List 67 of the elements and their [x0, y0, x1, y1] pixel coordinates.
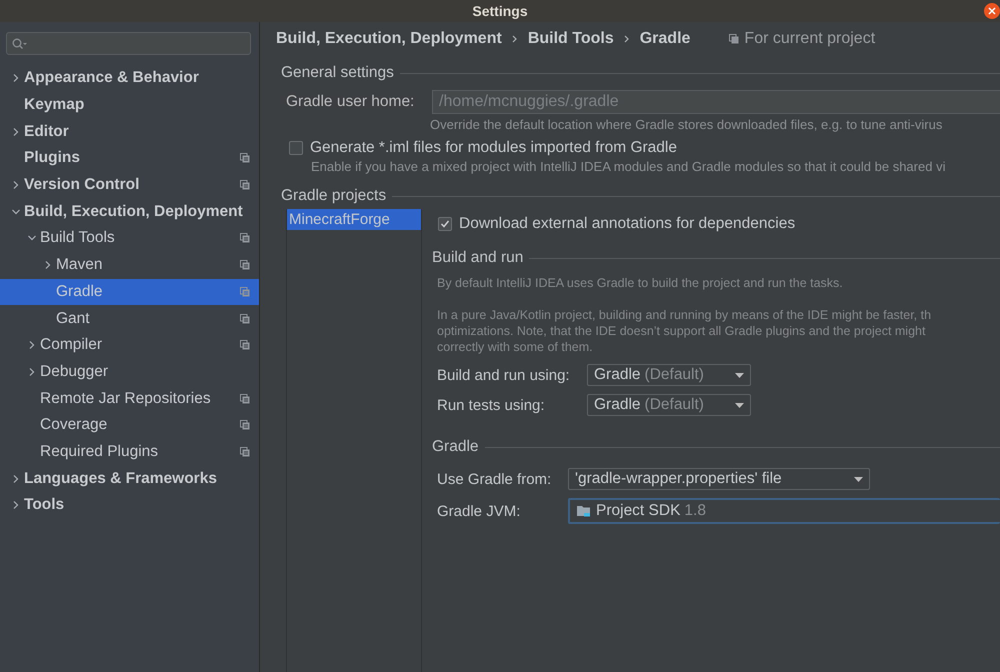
- chevron-right-icon[interactable]: [11, 500, 21, 510]
- chevron-right-icon[interactable]: [43, 260, 53, 270]
- dropdown[interactable]: Project SDK 1.8: [568, 498, 1000, 524]
- breadcrumb-item: Build Tools: [528, 30, 614, 48]
- folder-icon: [576, 504, 592, 518]
- tree-item[interactable]: Maven: [0, 252, 259, 278]
- tree-item[interactable]: Coverage: [0, 412, 259, 439]
- dropdown[interactable]: 'gradle-wrapper.properties' file: [568, 468, 870, 490]
- field-label: Run tests using:: [437, 396, 546, 414]
- chevron-right-icon[interactable]: [11, 474, 21, 484]
- chevron-right-icon[interactable]: [27, 366, 37, 377]
- field-label: Build and run using:: [437, 366, 571, 384]
- search-icon: [12, 38, 28, 50]
- hint-text: Enable if you have a mixed project with IntelliJ IDEA modules and Gradle modules so that it could be shared vi: [311, 159, 946, 174]
- tree-item[interactable]: Keymap: [0, 92, 259, 118]
- caret-icon: [735, 403, 744, 408]
- project-item[interactable]: MinecraftForge: [287, 209, 421, 230]
- tree-item[interactable]: Languages & Frameworks: [0, 465, 259, 492]
- description-text: correctly with some of them.: [437, 339, 594, 355]
- section-title: General settings: [281, 64, 394, 82]
- tree-item[interactable]: Version Control: [0, 172, 259, 198]
- breadcrumb-item: Build, Execution, Deployment: [276, 30, 502, 48]
- checkbox-label[interactable]: Download external annotations for dependencies: [459, 215, 796, 233]
- window-title: Settings: [472, 3, 528, 19]
- hint-text: Override the default location where Gradle stores downloaded files, e.g. to tune anti-virus: [430, 117, 944, 132]
- tree-item[interactable]: Build, Execution, Deployment: [0, 198, 259, 226]
- section-title: Build and run: [432, 249, 524, 267]
- chevron-right-icon[interactable]: [11, 73, 21, 84]
- description-text: In a pure Java/Kotlin project, building and running by means of the IDE might be faster, th: [437, 307, 932, 323]
- chevron-down-icon[interactable]: [11, 206, 21, 217]
- section-title: Gradle: [432, 438, 479, 456]
- tree-item[interactable]: Gradle: [0, 278, 259, 306]
- close-icon[interactable]: [983, 2, 1000, 20]
- field-label: Use Gradle from:: [437, 470, 552, 488]
- chevron-right-icon[interactable]: [11, 126, 21, 137]
- caret-icon: [735, 373, 744, 378]
- tree-item[interactable]: Compiler: [0, 332, 259, 359]
- search-field[interactable]: [6, 32, 251, 55]
- project-icon: [729, 34, 740, 44]
- description-text: By default IntelliJ IDEA uses Gradle to build the project and run the tasks.: [437, 275, 844, 291]
- chevron-right-icon: [622, 34, 631, 44]
- tree-item[interactable]: Editor: [0, 118, 259, 146]
- checkbox-label[interactable]: Generate *.iml files for modules imported from Gradle: [310, 139, 677, 157]
- input-field[interactable]: /home/mcnuggies/.gradle: [432, 90, 1000, 114]
- tree-item[interactable]: Plugins: [0, 145, 259, 172]
- tree-item[interactable]: Gant: [0, 305, 259, 332]
- dropdown[interactable]: Gradle (Default): [587, 364, 751, 386]
- dropdown[interactable]: Gradle (Default): [587, 394, 751, 416]
- field-label: Gradle user home:: [286, 93, 416, 111]
- tree-item[interactable]: Appearance & Behavior: [0, 65, 259, 92]
- section-title: Gradle projects: [281, 187, 386, 205]
- tree-item[interactable]: Debugger: [0, 358, 259, 386]
- tree-item[interactable]: Tools: [0, 492, 259, 519]
- chevron-right-icon[interactable]: [27, 340, 37, 350]
- breadcrumb-item: Gradle: [640, 30, 690, 48]
- chevron-right-icon: [510, 34, 519, 44]
- tree-item[interactable]: Remote Jar Repositories: [0, 385, 259, 412]
- tree-item[interactable]: Required Plugins: [0, 438, 259, 466]
- chevron-right-icon[interactable]: [11, 180, 21, 190]
- checkbox[interactable]: [438, 217, 452, 231]
- caret-icon: [854, 477, 863, 482]
- description-text: optimizations. Note, that the IDE doesn’t support all Gradle plugins and the project might: [437, 323, 926, 339]
- checkbox[interactable]: [289, 141, 303, 155]
- checkmark-icon: [440, 219, 450, 229]
- scope-label: For current project: [744, 30, 876, 48]
- field-label: Gradle JVM:: [437, 502, 522, 520]
- tree-item[interactable]: Build Tools: [0, 225, 259, 252]
